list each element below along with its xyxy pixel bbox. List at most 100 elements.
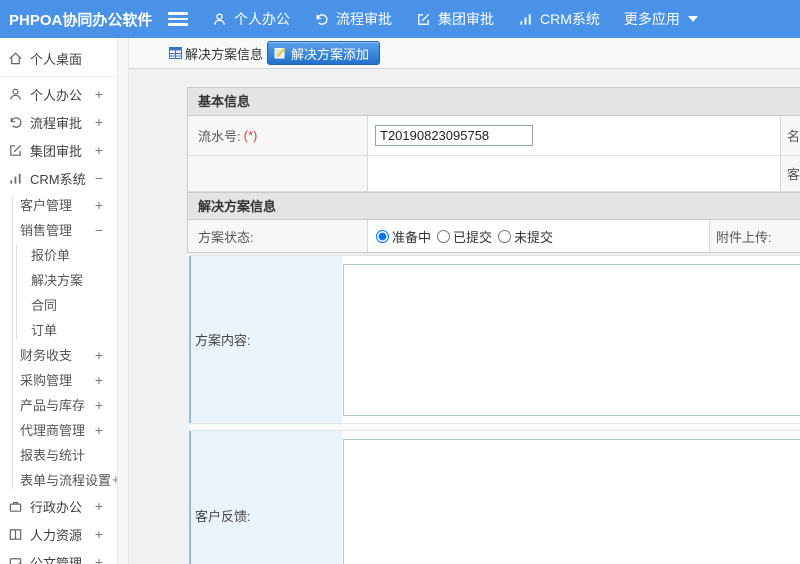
bar-chart-icon: [10, 173, 21, 184]
expand-plus-icon[interactable]: +: [95, 397, 103, 413]
expand-plus-icon[interactable]: +: [95, 197, 103, 213]
sidebar-scrollbar[interactable]: [118, 38, 129, 564]
status-label: 方案状态:: [198, 229, 254, 245]
sidebar-item-personal-office[interactable]: 个人办公 +: [0, 80, 117, 108]
undo-icon: [10, 116, 22, 128]
name-label: 名称: [787, 129, 800, 144]
sidebar: 个人桌面 个人办公 + 流程审批 + 集团审批 + CRM系统 − 客户管理 +…: [0, 38, 118, 564]
nav-label: 更多应用: [623, 11, 680, 27]
sidebar-item-solution[interactable]: 解决方案: [0, 267, 117, 292]
sidebar-item-reports-stats[interactable]: 报表与统计: [0, 442, 117, 467]
name-label-cell: 名称: [781, 116, 800, 155]
serial-field-cell: [368, 116, 781, 155]
status-radio-cell: 准备中 已提交 未提交: [368, 220, 710, 252]
status-label-cell: 方案状态:: [188, 220, 368, 252]
feedback-textarea[interactable]: [343, 439, 800, 564]
collapse-minus-icon[interactable]: −: [95, 170, 103, 186]
content-editor-cell: [342, 256, 800, 423]
expand-plus-icon[interactable]: +: [95, 422, 103, 438]
sidebar-item-label: 流程审批: [30, 115, 83, 131]
sidebar-item-label: 解决方案: [31, 273, 84, 288]
person-icon: [214, 12, 225, 25]
book-icon: [9, 528, 22, 540]
sales-submenu: 报价单 解决方案 合同 订单: [0, 242, 117, 342]
tab-solution-info[interactable]: 解决方案信息: [169, 44, 263, 63]
sidebar-item-quotation[interactable]: 报价单: [0, 242, 117, 267]
nav-more-apps[interactable]: 更多应用: [624, 9, 698, 29]
topnav: 个人办公 流程审批 集团审批 CRM系统 更多应用: [212, 9, 722, 29]
status-row: 方案状态: 准备中 已提交 未提交 附件上传:: [188, 220, 800, 252]
sidebar-item-document-mgmt[interactable]: 公文管理 +: [0, 548, 117, 564]
sidebar-item-admin-office[interactable]: 行政办公 +: [0, 492, 117, 520]
expand-plus-icon[interactable]: +: [95, 347, 103, 363]
home-icon: [9, 52, 22, 64]
section-header-basic: 基本信息: [188, 88, 800, 116]
serial-input[interactable]: [375, 125, 533, 146]
radio-option-unsubmitted[interactable]: 未提交: [498, 227, 553, 246]
sidebar-item-product-inventory[interactable]: 产品与库存 +: [0, 392, 117, 417]
expand-plus-icon[interactable]: +: [95, 498, 103, 514]
bar-chart-icon: [520, 13, 531, 25]
edit-icon: [418, 13, 430, 25]
sidebar-item-label: 销售管理: [20, 223, 73, 238]
required-mark: (*): [243, 128, 258, 143]
attachment-label: 附件上传:: [716, 229, 772, 245]
content-label: 方案内容:: [195, 333, 251, 348]
nav-label: 集团审批: [438, 11, 494, 27]
nav-label: CRM系统: [540, 11, 600, 27]
empty-field-cell: [368, 156, 781, 191]
sidebar-item-order[interactable]: 订单: [0, 317, 117, 342]
sidebar-item-customer-mgmt[interactable]: 客户管理 +: [0, 192, 117, 217]
expand-plus-icon[interactable]: +: [95, 554, 103, 564]
section-header-solution: 解决方案信息: [188, 192, 800, 220]
basic-info-table: 基本信息 流水号: (*) 名称: [187, 87, 800, 253]
sidebar-item-sales-mgmt[interactable]: 销售管理 −: [0, 217, 117, 242]
feedback-editor-cell: [342, 431, 800, 564]
radio-option-preparing[interactable]: 准备中: [376, 227, 431, 246]
sidebar-item-label: 报价单: [31, 248, 71, 263]
sidebar-item-group-approval[interactable]: 集团审批 +: [0, 136, 117, 164]
sidebar-item-workflow-approval[interactable]: 流程审批 +: [0, 108, 117, 136]
sidebar-item-label: 公文管理: [30, 555, 83, 564]
radio-preparing[interactable]: [376, 229, 389, 243]
sidebar-item-label: 客户管理: [20, 198, 73, 213]
add-edit-icon: [274, 48, 286, 59]
content-textarea[interactable]: [343, 264, 800, 416]
nav-crm-system[interactable]: CRM系统: [518, 9, 600, 29]
attachment-label-cell: 附件上传:: [710, 220, 800, 252]
sidebar-item-label: 人力资源: [30, 527, 83, 543]
sidebar-item-purchasing[interactable]: 采购管理 +: [0, 367, 117, 392]
sidebar-item-contract[interactable]: 合同: [0, 292, 117, 317]
expand-plus-icon[interactable]: +: [95, 526, 103, 542]
expand-plus-icon[interactable]: +: [95, 142, 103, 158]
radio-unsubmitted[interactable]: [498, 229, 512, 243]
serial-label-cell: 流水号: (*): [188, 116, 368, 155]
sidebar-item-agent-mgmt[interactable]: 代理商管理 +: [0, 417, 117, 442]
nav-workflow-approval[interactable]: 流程审批: [314, 9, 392, 29]
collapse-minus-icon[interactable]: −: [95, 222, 103, 238]
sidebar-item-crm-system[interactable]: CRM系统 −: [0, 164, 117, 192]
document-icon: [9, 557, 22, 564]
radio-option-submitted[interactable]: 已提交: [437, 227, 492, 246]
second-row: 客户: [188, 156, 800, 192]
tab-label: 解决方案添加: [291, 46, 370, 62]
sidebar-item-hr[interactable]: 人力资源 +: [0, 520, 117, 548]
sidebar-item-form-workflow-settings[interactable]: 表单与流程设置 +: [0, 467, 117, 492]
sidebar-item-finance[interactable]: 财务收支 +: [0, 342, 117, 367]
empty-label-cell: [188, 156, 368, 191]
nav-personal-office[interactable]: 个人办公: [212, 9, 290, 29]
feedback-row: 客户反馈:: [189, 430, 800, 564]
customer-label: 客户: [787, 167, 800, 182]
sidebar-item-label: 集团审批: [30, 143, 83, 159]
nav-group-approval[interactable]: 集团审批: [416, 9, 494, 29]
sidebar-item-label: 产品与库存: [20, 398, 86, 413]
expand-plus-icon[interactable]: +: [95, 86, 103, 102]
radio-submitted[interactable]: [437, 229, 451, 243]
briefcase-icon: [9, 501, 22, 512]
sidebar-item-label: 个人桌面: [30, 51, 83, 67]
hamburger-menu-icon[interactable]: [168, 12, 188, 26]
expand-plus-icon[interactable]: +: [95, 114, 103, 130]
expand-plus-icon[interactable]: +: [95, 372, 103, 388]
sidebar-item-personal-desktop[interactable]: 个人桌面: [0, 44, 117, 72]
tab-solution-add[interactable]: 解决方案添加: [267, 41, 381, 65]
